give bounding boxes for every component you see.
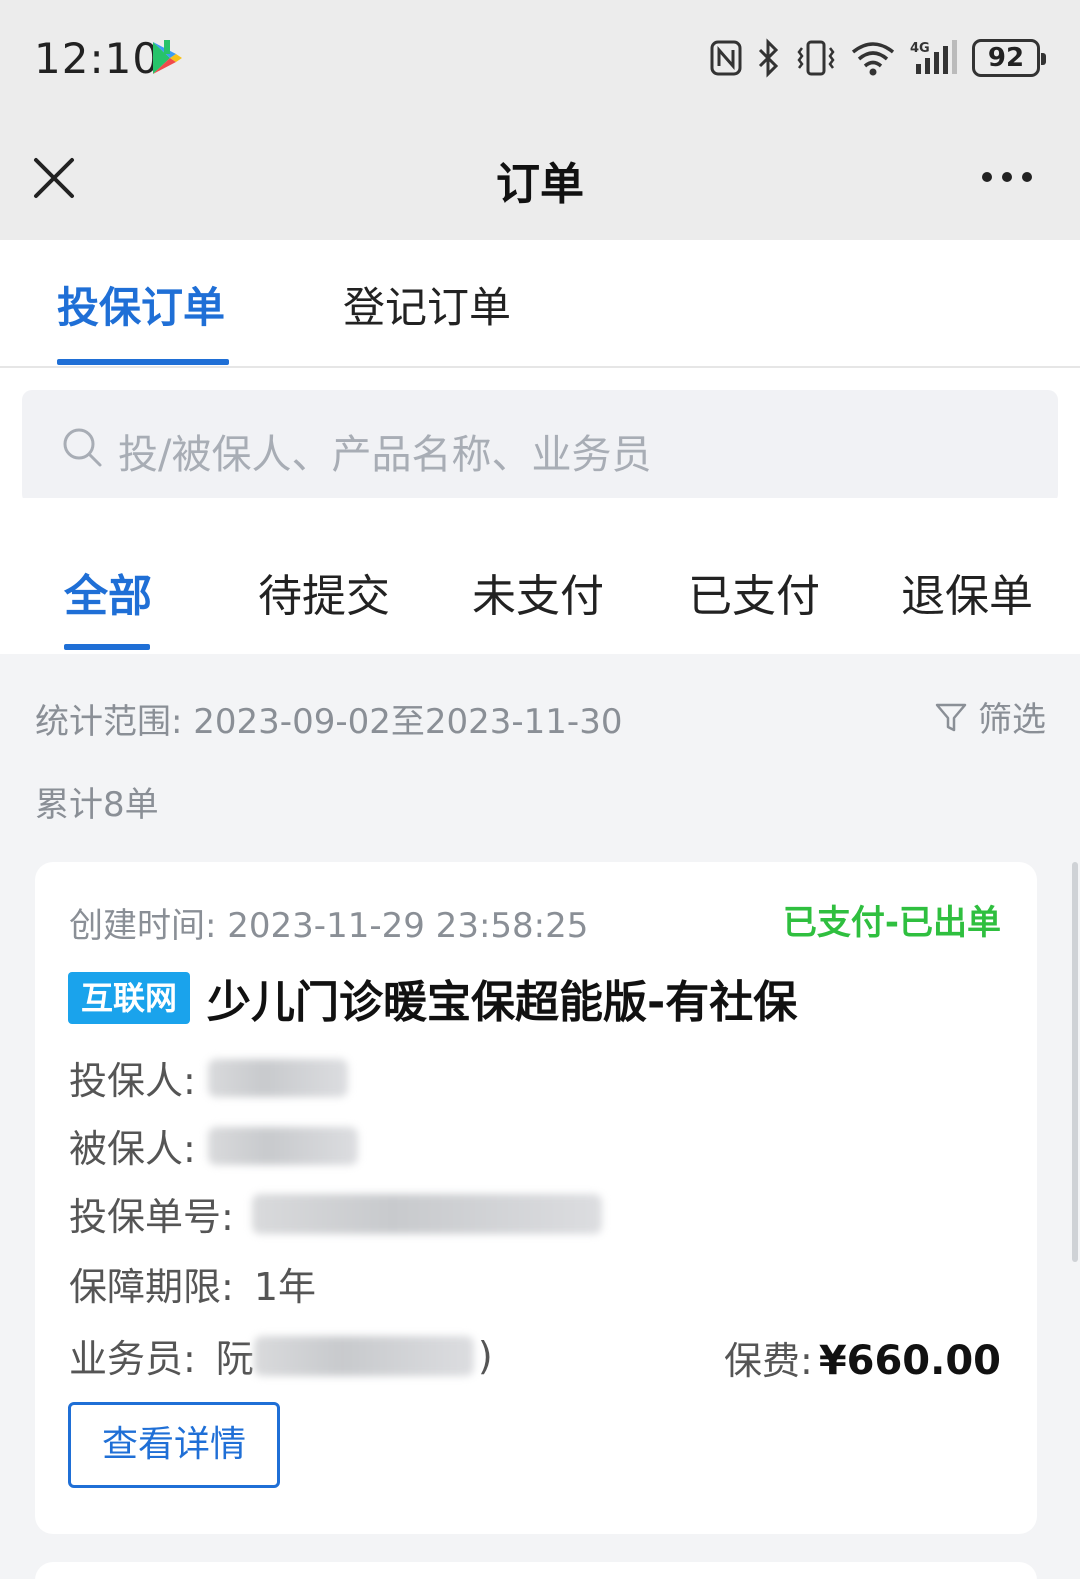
svg-text:4G: 4G	[910, 41, 930, 56]
next-order-card	[35, 1562, 1037, 1579]
battery-level: 92	[987, 43, 1025, 73]
active-tab-indicator	[57, 359, 229, 365]
tab-cancelled[interactable]: 退保单	[901, 560, 1033, 624]
order-status-badge: 已支付-已出单	[782, 903, 1001, 943]
wifi-icon	[851, 42, 895, 76]
term-value: 1年	[253, 1265, 316, 1309]
agent-name-suffix: )	[477, 1333, 493, 1378]
tab-paid[interactable]: 已支付	[688, 560, 820, 624]
agent-row: 业务员: 阮 )	[69, 1328, 493, 1383]
filter-label: 筛选	[978, 700, 1046, 740]
tab-unpaid[interactable]: 未支付	[472, 560, 604, 624]
search-section: 投/被保人、产品名称、业务员	[0, 368, 1080, 504]
order-type-tabs: 投保订单 登记订单	[0, 240, 1080, 368]
filter-button[interactable]: 筛选	[934, 692, 1046, 741]
premium: 保费: ¥660.00	[724, 1330, 1001, 1385]
tab-all[interactable]: 全部	[64, 560, 152, 624]
stats-range-label: 统计范围:	[35, 702, 183, 742]
filter-icon	[935, 703, 967, 731]
stats-range: 统计范围: 2023-09-02至2023-11-30	[35, 694, 622, 743]
applicant-redacted	[207, 1058, 348, 1097]
term-row: 保障期限: 1年	[69, 1256, 316, 1311]
nav-bar: 订单	[0, 120, 1080, 240]
channel-badge: 互联网	[68, 972, 190, 1024]
created-time-label: 创建时间:	[69, 906, 217, 946]
status-bar: 12:10 4G 92	[0, 0, 1080, 120]
search-placeholder: 投/被保人、产品名称、业务员	[118, 432, 652, 478]
policy-number-label: 投保单号:	[69, 1195, 234, 1239]
created-time-value: 2023-11-29 23:58:25	[227, 906, 589, 946]
premium-amount: ¥660.00	[818, 1338, 1001, 1384]
applicant-row: 投保人:	[69, 1050, 348, 1105]
tab-registered-orders[interactable]: 登记订单	[343, 274, 511, 335]
search-icon	[63, 428, 102, 467]
scrollbar[interactable]	[1072, 862, 1078, 1262]
status-icons: 4G 92	[710, 36, 1046, 80]
more-icon[interactable]	[982, 172, 1032, 182]
insured-row: 被保人:	[69, 1118, 358, 1173]
insured-label: 被保人:	[69, 1127, 196, 1171]
order-card[interactable]: 创建时间: 2023-11-29 23:58:25 已支付-已出单 互联网 少儿…	[35, 862, 1037, 1534]
agent-redacted	[253, 1335, 474, 1376]
bluetooth-icon	[758, 38, 779, 78]
view-details-button[interactable]: 查看详情	[68, 1402, 280, 1488]
created-time: 创建时间: 2023-11-29 23:58:25	[69, 898, 588, 947]
search-input[interactable]: 投/被保人、产品名称、业务员	[22, 390, 1058, 504]
order-status-tabs: 全部 待提交 未支付 已支付 退保单	[0, 498, 1080, 654]
tab-pending-submit[interactable]: 待提交	[258, 560, 390, 624]
signal-4g-icon: 4G	[910, 40, 957, 74]
premium-label: 保费:	[724, 1339, 813, 1383]
nfc-icon	[710, 40, 742, 76]
insured-redacted	[207, 1126, 358, 1165]
active-status-indicator	[64, 644, 150, 650]
status-time: 12:10	[34, 34, 161, 83]
term-label: 保障期限:	[69, 1265, 234, 1309]
vibrate-icon	[797, 40, 835, 76]
stats-range-value: 2023-09-02至2023-11-30	[193, 702, 623, 742]
policy-number-row: 投保单号:	[69, 1186, 602, 1241]
product-name: 少儿门诊暖宝保超能版-有社保	[207, 977, 798, 1028]
applicant-label: 投保人:	[69, 1059, 196, 1103]
agent-label: 业务员:	[69, 1337, 196, 1381]
play-store-icon	[153, 40, 182, 74]
policy-number-redacted	[251, 1193, 602, 1234]
tab-insurance-orders[interactable]: 投保订单	[57, 274, 225, 335]
page-title: 订单	[496, 159, 584, 210]
battery-icon: 92	[972, 39, 1046, 77]
order-count: 累计8单	[35, 785, 159, 825]
agent-name-prefix: 阮	[215, 1337, 254, 1381]
